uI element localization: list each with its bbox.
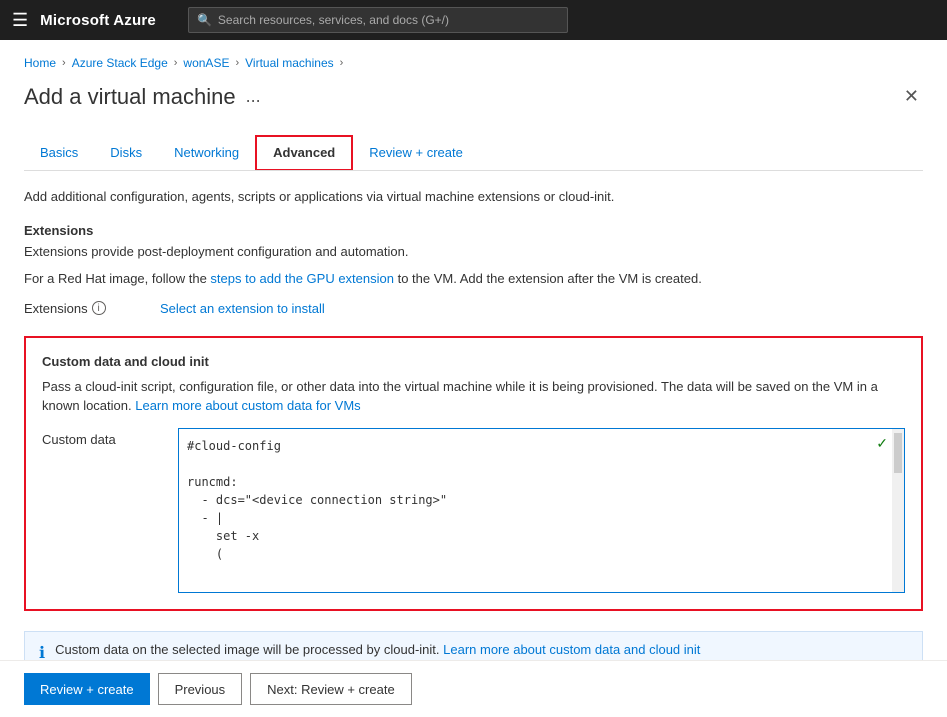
app-title: Microsoft Azure — [40, 12, 156, 29]
tab-advanced[interactable]: Advanced — [255, 135, 353, 170]
info-banner-text: Custom data on the selected image will b… — [55, 642, 700, 657]
validation-check-icon: ✓ — [876, 435, 888, 452]
custom-data-description: Pass a cloud-init script, configuration … — [42, 377, 905, 416]
tab-review-create[interactable]: Review + create — [353, 135, 479, 170]
custom-data-textarea[interactable]: #cloud-config runcmd: - dcs="<device con… — [179, 429, 904, 589]
bottom-buttons: Review + create Previous Next: Review + … — [0, 660, 947, 717]
extensions-description: Extensions provide post-deployment confi… — [24, 242, 923, 262]
page-title-row: Add a virtual machine ... ✕ — [24, 82, 923, 111]
previous-button[interactable]: Previous — [158, 673, 243, 705]
custom-data-textarea-wrapper: #cloud-config runcmd: - dcs="<device con… — [178, 428, 905, 593]
close-icon[interactable]: ✕ — [900, 82, 923, 111]
custom-data-row: Custom data #cloud-config runcmd: - dcs=… — [42, 428, 905, 593]
learn-more-custom-data-link[interactable]: Learn more about custom data for VMs — [135, 398, 360, 413]
next-button[interactable]: Next: Review + create — [250, 673, 412, 705]
breadcrumb: Home › Azure Stack Edge › wonASE › Virtu… — [24, 56, 923, 70]
tab-disks[interactable]: Disks — [94, 135, 158, 170]
tabs-container: Basics Disks Networking Advanced Review … — [24, 135, 923, 171]
search-bar[interactable]: 🔍 — [188, 7, 568, 33]
gpu-extension-link[interactable]: steps to add the GPU extension — [210, 271, 394, 286]
breadcrumb-virtual-machines[interactable]: Virtual machines — [245, 56, 334, 70]
breadcrumb-wonase[interactable]: wonASE — [183, 56, 229, 70]
main-content: Home › Azure Stack Edge › wonASE › Virtu… — [0, 40, 947, 717]
review-create-button[interactable]: Review + create — [24, 673, 150, 705]
extensions-row: Extensions i Select an extension to inst… — [24, 301, 923, 316]
extensions-section: Extensions Extensions provide post-deplo… — [24, 223, 923, 289]
hamburger-icon[interactable]: ☰ — [12, 10, 28, 31]
breadcrumb-azure-stack-edge[interactable]: Azure Stack Edge — [72, 56, 168, 70]
tab-networking[interactable]: Networking — [158, 135, 255, 170]
select-extension-link[interactable]: Select an extension to install — [160, 301, 325, 316]
more-options-icon[interactable]: ... — [246, 86, 261, 107]
scrollbar[interactable] — [892, 429, 904, 592]
breadcrumb-home[interactable]: Home — [24, 56, 56, 70]
gpu-extension-text: For a Red Hat image, follow the steps to… — [24, 269, 923, 289]
custom-data-section: Custom data and cloud init Pass a cloud-… — [24, 336, 923, 611]
custom-data-title: Custom data and cloud init — [42, 354, 905, 369]
page-title: Add a virtual machine ... — [24, 84, 261, 110]
tab-description: Add additional configuration, agents, sc… — [24, 187, 923, 207]
search-input[interactable] — [218, 13, 559, 27]
top-bar: ☰ Microsoft Azure 🔍 — [0, 0, 947, 40]
search-icon: 🔍 — [197, 13, 212, 27]
tab-basics[interactable]: Basics — [24, 135, 94, 170]
custom-data-label: Custom data — [42, 428, 162, 447]
scrollbar-thumb — [894, 433, 902, 473]
extensions-field-label: Extensions i — [24, 301, 144, 316]
extensions-info-icon[interactable]: i — [92, 301, 106, 315]
info-banner-link[interactable]: Learn more about custom data and cloud i… — [443, 642, 700, 657]
extensions-title: Extensions — [24, 223, 923, 238]
